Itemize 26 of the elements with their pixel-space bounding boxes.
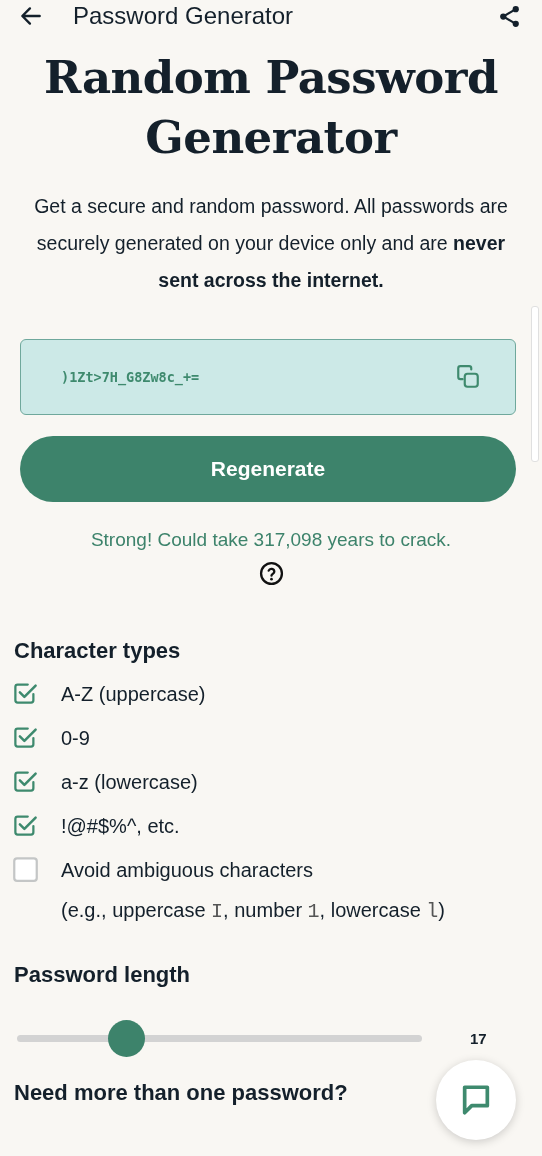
intro-text: Get a secure and random password. All passwords are securely generated on your device only and are never sent across the internet. — [33, 194, 509, 293]
slider-thumb[interactable] — [108, 1019, 146, 1057]
option-hint: (e.g., uppercase I, number 1, lowercase l) — [61, 898, 445, 925]
chat-button[interactable] — [436, 1060, 516, 1140]
option-label: a-z (lowercase) — [61, 770, 198, 795]
checkbox[interactable] — [12, 680, 39, 707]
section-heading: Need more than one password? — [14, 1080, 348, 1106]
option-label: Avoid ambiguous characters — [61, 858, 314, 883]
page-heading: Random Password Generator — [43, 50, 499, 166]
option-label: 0-9 — [61, 726, 90, 751]
section-heading: Password length — [14, 962, 192, 988]
password-field[interactable]: )1Zt>7H_G8Zw8c_+= — [20, 339, 516, 415]
checkbox[interactable] — [12, 812, 39, 839]
section-heading: Character types — [14, 638, 182, 664]
help-icon[interactable] — [258, 561, 284, 586]
checkbox[interactable] — [12, 724, 39, 751]
copy-icon[interactable] — [455, 364, 481, 390]
screen-title: Password Generator — [73, 2, 295, 30]
length-value: 17 — [470, 1029, 487, 1047]
checkbox[interactable] — [12, 856, 39, 883]
option-label: !@#$%^, etc. — [61, 814, 180, 839]
checkbox[interactable] — [12, 768, 39, 795]
share-icon[interactable] — [497, 3, 522, 29]
regenerate-button[interactable]: Regenerate — [20, 436, 516, 502]
strength-text: Strong! Could take 317,098 years to crack. — [89, 529, 453, 551]
option-label: A-Z (uppercase) — [61, 682, 206, 707]
